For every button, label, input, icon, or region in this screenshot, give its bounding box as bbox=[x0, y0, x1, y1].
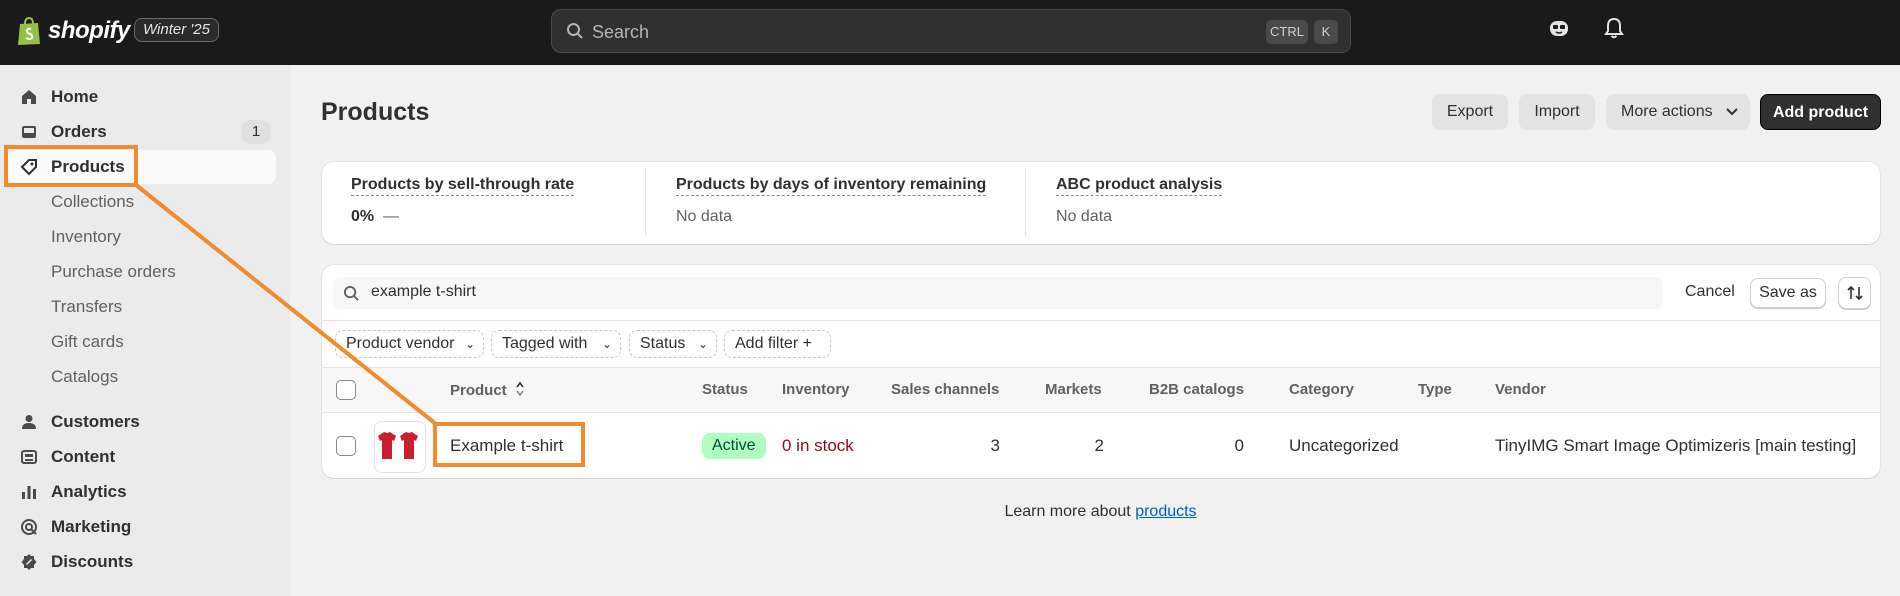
annotation-connector bbox=[134, 183, 438, 426]
